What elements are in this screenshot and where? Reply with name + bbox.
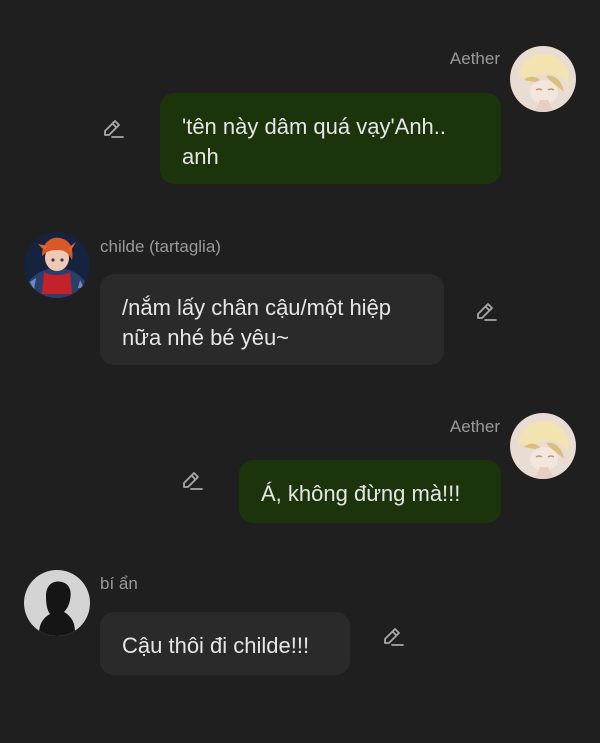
message-bubble-outgoing[interactable]: 'tên này dâm quá vạy'Anh.. anh <box>160 93 501 184</box>
childe-avatar-icon[interactable] <box>24 232 90 298</box>
sender-name: Aether <box>449 49 500 68</box>
pencil-icon[interactable] <box>179 468 205 494</box>
pencil-icon[interactable] <box>473 299 499 325</box>
message-bubble-incoming[interactable]: /nắm lấy chân cậu/một hiệp nữa nhé bé yê… <box>100 274 444 365</box>
aether-avatar-icon[interactable] <box>510 413 576 479</box>
message-bubble-incoming[interactable]: Cậu thôi đi childe!!! <box>100 612 350 675</box>
pencil-icon[interactable] <box>380 624 406 650</box>
pencil-icon[interactable] <box>100 116 126 142</box>
sender-name: Aether <box>449 417 500 436</box>
message-bubble-outgoing[interactable]: Á, không đừng mà!!! <box>239 460 501 523</box>
aether-avatar-icon[interactable] <box>510 46 576 112</box>
silhouette-avatar-icon[interactable] <box>24 570 90 636</box>
sender-name: childe (tartaglia) <box>100 237 221 256</box>
chat-thread: Aether 'tên này dâm quá vạy'Anh.. anh ch… <box>0 0 600 743</box>
sender-name: bí ẩn <box>100 574 138 593</box>
